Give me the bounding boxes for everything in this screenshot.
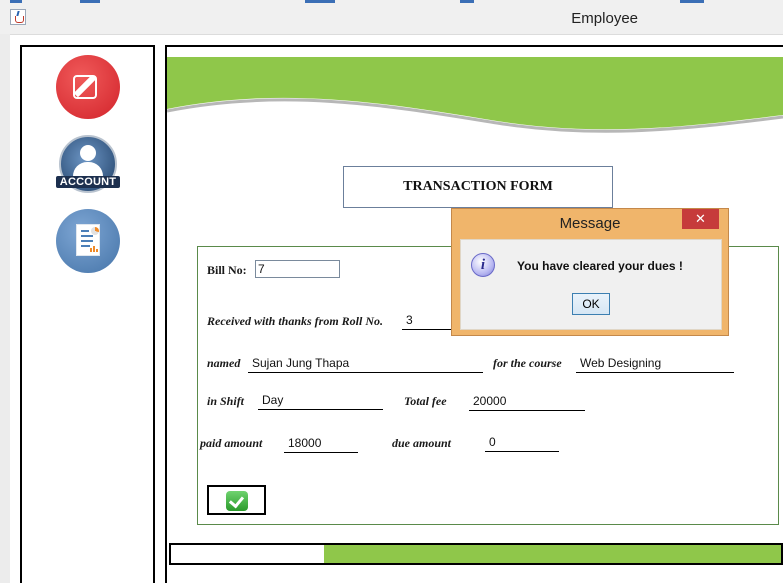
total-fee-field[interactable]: 20000 bbox=[469, 391, 585, 411]
total-fee-label: Total fee bbox=[404, 394, 447, 408]
header-wave-banner bbox=[167, 57, 783, 133]
shift-label: in Shift bbox=[207, 394, 245, 408]
student-name-field[interactable]: Sujan Jung Thapa bbox=[248, 353, 483, 373]
message-dialog: Message ✕ i You have cleared your dues !… bbox=[451, 208, 729, 336]
received-roll-label: Received with thanks from Roll No. bbox=[207, 314, 384, 328]
course-label: for the course bbox=[493, 356, 562, 370]
course-field[interactable]: Web Designing bbox=[576, 353, 734, 373]
progress-bar bbox=[169, 543, 783, 565]
progress-fill bbox=[323, 545, 781, 563]
window-title: Employee bbox=[571, 10, 638, 27]
paid-amount-label: paid amount bbox=[200, 436, 263, 450]
bill-no-label: Bill No: bbox=[207, 263, 247, 277]
edit-button[interactable] bbox=[56, 55, 120, 119]
shift-field[interactable]: Day bbox=[258, 390, 383, 410]
sidebar: ACCOUNT bbox=[20, 45, 155, 583]
background-window-edge bbox=[10, 0, 22, 3]
background-window-edge bbox=[680, 0, 704, 3]
window-edge bbox=[0, 34, 10, 583]
account-label: ACCOUNT bbox=[56, 176, 120, 188]
background-window-edge bbox=[305, 0, 335, 3]
bill-no-field[interactable]: 7 bbox=[255, 260, 340, 278]
dialog-body: i You have cleared your dues ! OK bbox=[460, 239, 722, 330]
named-label: named bbox=[207, 356, 241, 370]
background-window-edge bbox=[80, 0, 100, 3]
title-bar: Employee bbox=[0, 0, 783, 35]
info-icon: i bbox=[471, 253, 495, 277]
close-icon[interactable]: ✕ bbox=[682, 209, 719, 229]
submit-button[interactable] bbox=[207, 485, 266, 515]
due-amount-label: due amount bbox=[392, 436, 452, 450]
report-button[interactable] bbox=[56, 209, 120, 273]
roll-no-field[interactable]: 3 bbox=[402, 310, 454, 330]
form-title: TRANSACTION FORM bbox=[343, 166, 613, 208]
background-window-edge bbox=[460, 0, 474, 3]
ok-button[interactable]: OK bbox=[572, 293, 610, 315]
check-icon bbox=[226, 491, 248, 511]
dialog-message: You have cleared your dues ! bbox=[517, 259, 683, 273]
account-button[interactable]: ACCOUNT bbox=[56, 135, 120, 199]
due-amount-field[interactable]: 0 bbox=[485, 432, 559, 452]
paid-amount-field[interactable]: 18000 bbox=[284, 433, 358, 453]
